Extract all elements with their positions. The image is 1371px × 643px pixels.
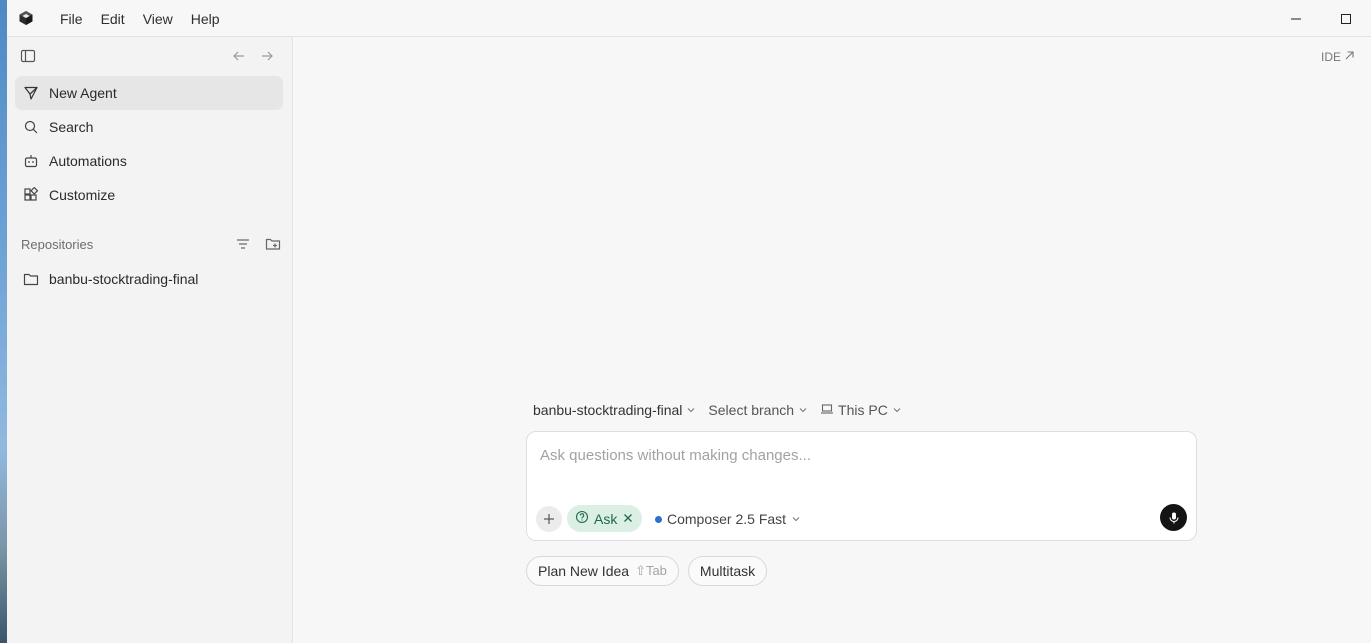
- forward-arrow-icon[interactable]: [259, 48, 275, 64]
- robot-icon: [23, 153, 39, 169]
- menu-help[interactable]: Help: [182, 6, 229, 32]
- menu-edit[interactable]: Edit: [92, 6, 134, 32]
- minimize-button[interactable]: [1271, 0, 1321, 37]
- folder-icon: [23, 271, 39, 287]
- sidebar-toggle-icon[interactable]: [20, 48, 36, 64]
- multitask-button[interactable]: Multitask: [687, 556, 768, 586]
- ide-label: IDE: [1320, 50, 1341, 64]
- sidebar-toolbar: [7, 37, 293, 75]
- chevron-down-icon: [791, 514, 801, 524]
- machine-selector[interactable]: This PC: [820, 402, 902, 419]
- menu-file[interactable]: File: [51, 6, 92, 32]
- sidebar-item-label: New Agent: [49, 85, 117, 101]
- question-circle-icon: [575, 510, 589, 527]
- model-status-dot: [655, 515, 662, 523]
- close-icon[interactable]: [622, 511, 634, 527]
- add-folder-icon[interactable]: [265, 236, 281, 252]
- chevron-down-icon: [798, 405, 808, 415]
- repo-selector[interactable]: banbu-stocktrading-final: [533, 402, 696, 418]
- microphone-icon: [1168, 512, 1179, 523]
- context-selector-row: banbu-stocktrading-final Select branch T…: [533, 400, 902, 420]
- add-context-button[interactable]: [536, 506, 562, 532]
- repositories-actions: [235, 236, 283, 252]
- filter-icon[interactable]: [235, 236, 251, 252]
- branch-selector[interactable]: Select branch: [708, 402, 808, 418]
- title-bar: File Edit View Help: [7, 0, 1371, 37]
- external-link-icon: [1344, 50, 1355, 64]
- sidebar-item-label: Automations: [49, 153, 127, 169]
- laptop-icon: [820, 402, 834, 419]
- repository-label: banbu-stocktrading-final: [49, 271, 199, 287]
- suggestion-row: Plan New Idea ⇧Tab Multitask: [526, 556, 768, 586]
- repository-item[interactable]: banbu-stocktrading-final: [15, 262, 283, 296]
- desktop-background-strip: [0, 0, 7, 643]
- main-panel: IDE banbu-stocktrading-final Select bran…: [293, 37, 1371, 643]
- model-label: Composer 2.5 Fast: [667, 511, 787, 527]
- sidebar-item-label: Customize: [49, 187, 116, 203]
- ide-link[interactable]: IDE: [1321, 50, 1355, 64]
- model-selector[interactable]: Composer 2.5 Fast: [655, 509, 801, 529]
- app-window: File Edit View Help New Agent Search Aut…: [7, 0, 1371, 643]
- suggestion-label: Multitask: [699, 563, 756, 579]
- branch-selector-label: Select branch: [708, 402, 795, 418]
- blocks-icon: [23, 187, 39, 203]
- shortcut-hint: ⇧Tab: [635, 563, 667, 578]
- chevron-down-icon: [686, 405, 696, 415]
- sidebar-item-search[interactable]: Search: [15, 110, 283, 144]
- sidebar-item-customize[interactable]: Customize: [15, 178, 283, 212]
- suggestion-label: Plan New Idea: [538, 563, 630, 579]
- microphone-button[interactable]: [1160, 504, 1187, 531]
- app-logo-icon: [18, 10, 34, 26]
- sidebar: New Agent Search Automations Customize R…: [7, 37, 293, 643]
- chevron-down-icon: [892, 405, 902, 415]
- repositories-header: Repositories: [21, 235, 283, 253]
- sidebar-nav: New Agent Search Automations Customize: [15, 76, 283, 212]
- mode-label: Ask: [594, 510, 618, 527]
- sidebar-item-label: Search: [49, 119, 94, 135]
- sidebar-item-automations[interactable]: Automations: [15, 144, 283, 178]
- menu-view[interactable]: View: [134, 6, 182, 32]
- sidebar-item-new-agent[interactable]: New Agent: [15, 76, 283, 110]
- repositories-title: Repositories: [21, 236, 94, 252]
- new-agent-icon: [23, 85, 39, 101]
- mode-chip-ask[interactable]: Ask: [567, 505, 643, 532]
- plan-new-idea-button[interactable]: Plan New Idea ⇧Tab: [526, 556, 679, 586]
- composer-input[interactable]: [540, 444, 1180, 466]
- menu-bar: File Edit View Help: [51, 0, 229, 37]
- composer-box: Ask Composer 2.5 Fast: [526, 431, 1197, 541]
- search-icon: [23, 119, 39, 135]
- repo-selector-label: banbu-stocktrading-final: [533, 402, 683, 418]
- plus-icon: [544, 514, 554, 524]
- machine-selector-label: This PC: [838, 402, 888, 418]
- back-arrow-icon[interactable]: [231, 48, 247, 64]
- window-controls: [1271, 0, 1371, 37]
- maximize-button[interactable]: [1321, 0, 1371, 37]
